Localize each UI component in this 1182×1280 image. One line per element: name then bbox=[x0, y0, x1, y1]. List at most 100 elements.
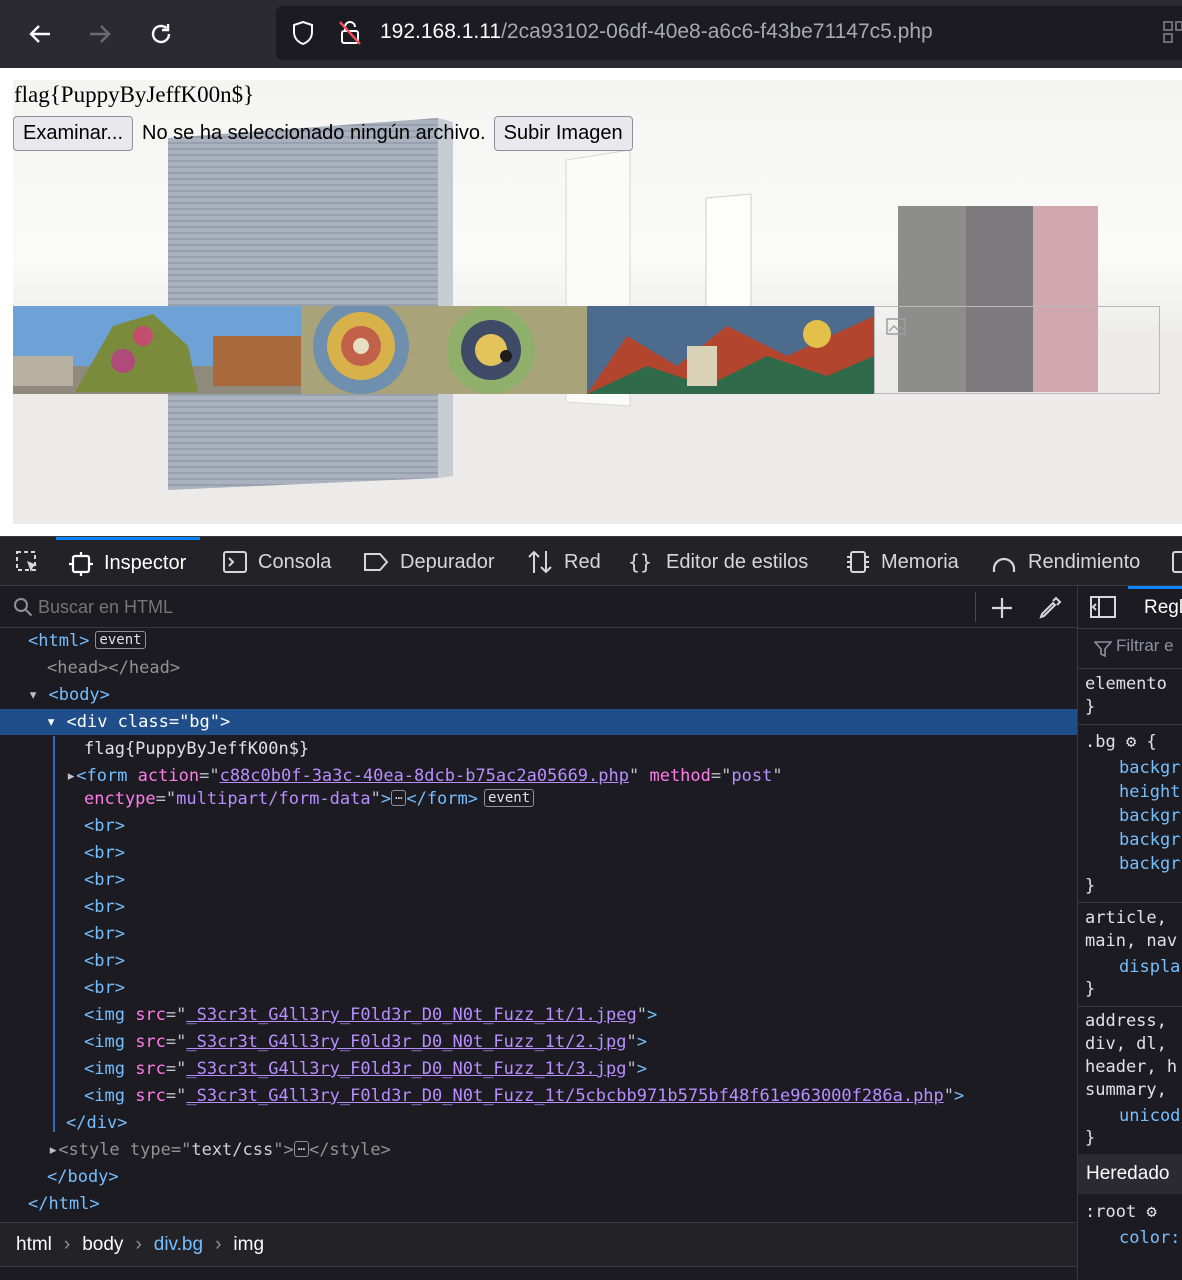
rules-tab[interactable]: Regl bbox=[1128, 586, 1182, 628]
form-action-link[interactable]: c88c0b0f-3a3c-40ea-8dcb-b75ac2a05669.php bbox=[220, 766, 629, 786]
node-img-4[interactable]: <img src="_S3cr3t_G4ll3ry_F0ld3r_D0_N0t_… bbox=[0, 1083, 1077, 1109]
node-br[interactable]: <br> bbox=[0, 894, 1077, 920]
ellipsis-icon[interactable]: ⋯ bbox=[391, 790, 407, 806]
bottom-strip bbox=[0, 1266, 1077, 1280]
collapse-arrow-icon[interactable]: ▸ bbox=[66, 766, 76, 786]
br-tag: <br> bbox=[84, 978, 125, 998]
back-button[interactable] bbox=[20, 14, 60, 54]
rule-address-selector: div, dl, bbox=[1085, 1034, 1167, 1054]
breadcrumb-html[interactable]: html bbox=[16, 1234, 52, 1256]
node-br[interactable]: <br> bbox=[0, 948, 1077, 974]
node-br[interactable]: <br> bbox=[0, 921, 1077, 947]
node-img-2[interactable]: <img src="_S3cr3t_G4ll3ry_F0ld3r_D0_N0t_… bbox=[0, 1029, 1077, 1055]
reload-button[interactable] bbox=[141, 14, 181, 54]
ellipsis-icon[interactable]: ⋯ bbox=[293, 1141, 309, 1157]
tab-label: Consola bbox=[258, 550, 332, 573]
rule-brace: } bbox=[1085, 1128, 1096, 1148]
rules-tab-label: Regl bbox=[1144, 597, 1182, 618]
node-head[interactable]: <head></head> bbox=[0, 655, 1077, 681]
insecure-lock-icon[interactable] bbox=[336, 19, 364, 47]
upload-button[interactable]: Subir Imagen bbox=[493, 115, 633, 151]
rule-prop[interactable]: height bbox=[1119, 781, 1180, 804]
node-br[interactable]: <br> bbox=[0, 813, 1077, 839]
rule-prop[interactable]: displa bbox=[1119, 956, 1180, 979]
img-src-link[interactable]: _S3cr3t_G4ll3ry_F0ld3r_D0_N0t_Fuzz_1t/2.… bbox=[186, 1032, 626, 1052]
node-form-cont[interactable]: enctype="multipart/form-data"> ⋯ </form> ev… bbox=[0, 786, 1077, 812]
chevron-right-icon: › bbox=[63, 1233, 71, 1255]
debugger-icon bbox=[364, 553, 389, 571]
node-style[interactable]: ▸<style type="text/css"> ⋯ </style> bbox=[0, 1137, 1077, 1163]
rules-filter-input[interactable]: Filtrar e bbox=[1116, 636, 1174, 656]
flag-text: flag{PuppyByJeffK00n$} bbox=[14, 82, 255, 107]
tab-inspector[interactable]: Inspector bbox=[56, 537, 201, 587]
toggle-pane-icon[interactable] bbox=[1090, 596, 1116, 618]
node-div-bg-selected[interactable]: ▾ <div class="bg"> bbox=[0, 709, 1077, 735]
qr-code-icon[interactable] bbox=[1162, 20, 1182, 46]
rule-prop[interactable]: backgr bbox=[1119, 829, 1180, 852]
tab-console[interactable]: Consola bbox=[222, 537, 331, 587]
tab-memory[interactable]: Memoria bbox=[845, 537, 959, 587]
url-bar[interactable]: 192.168.1.11/2ca93102-06df-40e8-a6c6-f43… bbox=[276, 6, 1182, 60]
tab-network[interactable]: Red bbox=[526, 537, 601, 587]
node-img-3[interactable]: <img src="_S3cr3t_G4ll3ry_F0ld3r_D0_N0t_… bbox=[0, 1056, 1077, 1082]
broken-image-icon bbox=[886, 318, 906, 335]
style-type: text/css bbox=[191, 1140, 274, 1160]
breadcrumb-body[interactable]: body bbox=[82, 1234, 123, 1256]
expand-arrow-icon[interactable]: ▾ bbox=[46, 712, 66, 732]
search-html-input[interactable] bbox=[38, 594, 958, 620]
event-badge[interactable]: event bbox=[95, 631, 146, 649]
rule-prop[interactable]: color: bbox=[1119, 1227, 1180, 1250]
eyedropper-icon[interactable] bbox=[1038, 596, 1062, 620]
gear-icon[interactable]: ⚙ bbox=[1146, 1202, 1156, 1222]
node-div-close[interactable]: </div> bbox=[0, 1110, 1077, 1136]
gear-icon[interactable]: ⚙ bbox=[1126, 732, 1136, 752]
rule-prop[interactable]: backgr bbox=[1119, 805, 1180, 828]
node-body-close[interactable]: </body> bbox=[0, 1164, 1077, 1190]
node-body[interactable]: ▾ <body> bbox=[0, 682, 1077, 708]
forward-button[interactable] bbox=[80, 14, 120, 54]
node-img-1[interactable]: <img src="_S3cr3t_G4ll3ry_F0ld3r_D0_N0t_… bbox=[0, 1002, 1077, 1028]
breadcrumb-img[interactable]: img bbox=[233, 1234, 264, 1256]
html-open-tag: <html> bbox=[28, 631, 90, 651]
svg-text:{}: {} bbox=[628, 550, 652, 574]
forward-arrow-icon bbox=[90, 25, 111, 43]
br-tag: <br> bbox=[84, 897, 125, 917]
rule-prop[interactable]: unicod bbox=[1119, 1105, 1180, 1128]
node-html-close[interactable]: </html> bbox=[0, 1191, 1077, 1217]
img-src-link[interactable]: _S3cr3t_G4ll3ry_F0ld3r_D0_N0t_Fuzz_1t/5c… bbox=[186, 1086, 943, 1106]
node-br[interactable]: <br> bbox=[0, 867, 1077, 893]
flag-text-node: flag{PuppyByJeffK00n$} bbox=[84, 739, 310, 759]
browse-button[interactable]: Examinar... bbox=[13, 115, 134, 151]
node-br[interactable]: <br> bbox=[0, 975, 1077, 1001]
element-picker-icon[interactable] bbox=[14, 549, 42, 577]
node-flag-text[interactable]: flag{PuppyByJeffK00n$} bbox=[0, 736, 1077, 762]
html-search-bar bbox=[0, 586, 1077, 628]
gallery-background: flag{PuppyByJeffK00n$} Examinar... No se… bbox=[13, 80, 1182, 524]
selection-guide-line bbox=[53, 736, 55, 1132]
more-tabs-icon[interactable] bbox=[1170, 549, 1182, 575]
search-divider bbox=[975, 592, 976, 622]
form-enctype: multipart/form-data bbox=[176, 789, 371, 809]
no-file-label: No se ha seleccionado ningún archivo. bbox=[142, 121, 486, 144]
node-br[interactable]: <br> bbox=[0, 840, 1077, 866]
style-editor-icon: {} bbox=[628, 550, 652, 574]
tab-debugger[interactable]: Depurador bbox=[362, 537, 495, 587]
filter-icon bbox=[1094, 641, 1112, 658]
url-text[interactable]: 192.168.1.11/2ca93102-06df-40e8-a6c6-f43… bbox=[380, 20, 933, 44]
img-src-link[interactable]: _S3cr3t_G4ll3ry_F0ld3r_D0_N0t_Fuzz_1t/3.… bbox=[186, 1059, 626, 1079]
img-src-link[interactable]: _S3cr3t_G4ll3ry_F0ld3r_D0_N0t_Fuzz_1t/1.… bbox=[186, 1005, 636, 1025]
expand-arrow-icon[interactable]: ▾ bbox=[28, 685, 48, 705]
add-node-icon[interactable] bbox=[990, 596, 1014, 620]
tab-label: Memoria bbox=[881, 550, 959, 573]
node-html[interactable]: <html> event bbox=[0, 628, 1077, 654]
event-badge[interactable]: event bbox=[484, 789, 535, 807]
rule-prop[interactable]: backgr bbox=[1119, 757, 1180, 780]
br-tag: <br> bbox=[84, 951, 125, 971]
tab-label: Inspector bbox=[104, 552, 187, 574]
collapse-arrow-icon[interactable]: ▸ bbox=[48, 1140, 58, 1160]
tab-performance[interactable]: Rendimiento bbox=[990, 537, 1140, 587]
br-tag: <br> bbox=[84, 870, 125, 890]
tab-style-editor[interactable]: {} Editor de estilos bbox=[628, 537, 808, 587]
breadcrumb-div-bg[interactable]: div.bg bbox=[154, 1234, 203, 1256]
rule-prop[interactable]: backgr bbox=[1119, 853, 1180, 876]
